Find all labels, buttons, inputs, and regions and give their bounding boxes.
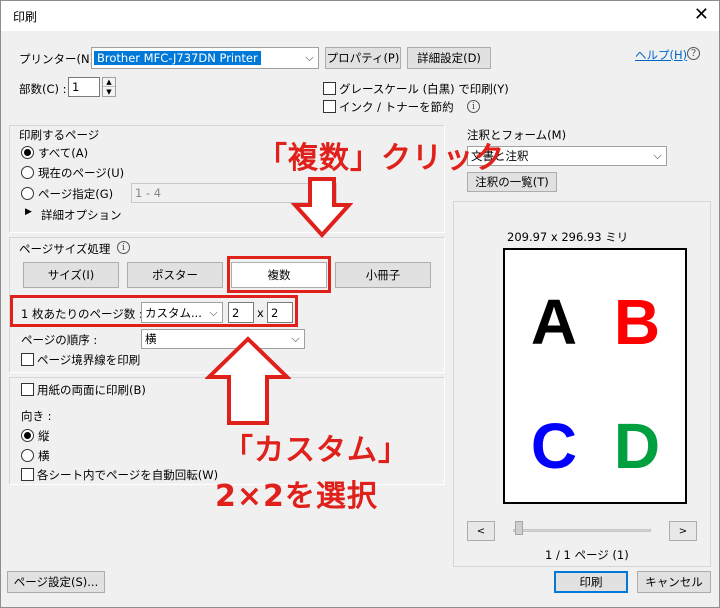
page-order-label: ページの順序 :	[21, 333, 98, 347]
printer-value: Brother MFC-J737DN Printer	[94, 51, 261, 65]
properties-button[interactable]: プロパティ(P)	[325, 47, 401, 69]
page-slider-track[interactable]	[513, 529, 651, 532]
save-ink-label: インク / トナーを節約	[339, 100, 454, 114]
arrow-down-icon	[291, 177, 353, 238]
triangle-right-icon[interactable]: ▶	[25, 207, 32, 217]
print-border-checkbox[interactable]	[21, 353, 34, 366]
radio-range[interactable]	[21, 187, 34, 200]
help-question-icon[interactable]: ?	[687, 47, 700, 60]
printer-label: プリンター(N) :	[19, 52, 102, 66]
paper-size-label: 209.97 x 296.93 ミリ	[507, 230, 629, 244]
radio-current[interactable]	[21, 166, 34, 179]
print-button[interactable]: 印刷	[554, 571, 628, 593]
copies-label: 部数(C) :	[19, 82, 67, 96]
chevron-down-icon: ⌵	[653, 149, 662, 162]
chevron-down-icon: ⌵	[305, 51, 314, 64]
more-options-link[interactable]: 詳細オプション	[41, 207, 122, 223]
radio-all-label: すべて(A)	[38, 146, 89, 160]
help-link[interactable]: ヘルプ(H)	[635, 47, 687, 63]
copies-input[interactable]: 1	[68, 77, 100, 97]
spin-down-icon[interactable]: ▼	[103, 87, 115, 96]
spin-up-icon[interactable]: ▲	[103, 78, 115, 87]
page-sizing-title: ページサイズ処理	[19, 242, 111, 256]
booklet-button[interactable]: 小冊子	[335, 262, 431, 288]
duplex-checkbox[interactable]	[21, 383, 34, 396]
page-slider-thumb[interactable]	[515, 521, 523, 535]
page-setup-button[interactable]: ページ設定(S)...	[7, 571, 105, 593]
printer-select[interactable]: Brother MFC-J737DN Printer ⌵	[91, 47, 319, 69]
radio-landscape[interactable]	[21, 449, 34, 462]
radio-portrait-label: 縦	[38, 429, 50, 443]
page-order-value: 横	[145, 332, 157, 346]
copies-stepper[interactable]: ▲ ▼	[102, 77, 116, 97]
info-icon[interactable]: i	[117, 241, 130, 254]
highlight-multiple-box	[227, 256, 331, 293]
info-icon[interactable]: i	[467, 100, 480, 113]
window-title: 印刷	[13, 10, 38, 24]
pages-to-print-title: 印刷するページ	[19, 128, 100, 142]
poster-button[interactable]: ポスター	[127, 262, 223, 288]
preview-letter-c: C	[530, 410, 578, 482]
preview-letter-d: D	[613, 410, 661, 482]
grayscale-label: グレースケール (白黒) で印刷(Y)	[339, 82, 509, 96]
page-indicator: 1 / 1 ページ (1)	[545, 548, 629, 562]
orientation-title: 向き :	[21, 409, 52, 423]
cancel-button[interactable]: キャンセル	[637, 571, 711, 593]
annotation-click-multiple: 「複数」クリック	[257, 141, 505, 176]
title-bar: 印刷 ✕	[1, 1, 719, 31]
size-button[interactable]: サイズ(I)	[23, 262, 119, 288]
close-icon[interactable]: ✕	[694, 5, 709, 25]
arrow-up-icon	[205, 336, 291, 425]
annotation-select-2x2: 2×2を選択	[215, 479, 378, 514]
annotation-custom: 「カスタム」	[223, 433, 409, 468]
radio-all[interactable]	[21, 146, 34, 159]
highlight-pages-per-sheet-box	[10, 295, 298, 327]
radio-landscape-label: 横	[38, 449, 50, 463]
next-page-button[interactable]: >	[669, 521, 697, 541]
radio-range-label: ページ指定(G)	[38, 187, 114, 201]
radio-current-label: 現在のページ(U)	[38, 166, 125, 180]
auto-rotate-label: 各シート内でページを自動回転(W)	[37, 468, 219, 482]
auto-rotate-checkbox[interactable]	[21, 468, 34, 481]
print-border-label: ページ境界線を印刷	[37, 353, 141, 367]
preview-page: A B C D	[503, 248, 687, 504]
preview-letter-a: A	[530, 286, 578, 358]
radio-portrait[interactable]	[21, 429, 34, 442]
duplex-label: 用紙の両面に印刷(B)	[37, 383, 146, 397]
save-ink-checkbox[interactable]	[323, 100, 336, 113]
advanced-button[interactable]: 詳細設定(D)	[407, 47, 491, 69]
preview-letter-b: B	[613, 286, 661, 358]
prev-page-button[interactable]: <	[467, 521, 495, 541]
grayscale-checkbox[interactable]	[323, 82, 336, 95]
print-dialog: 印刷 ✕ プリンター(N) : Brother MFC-J737DN Print…	[0, 0, 720, 608]
